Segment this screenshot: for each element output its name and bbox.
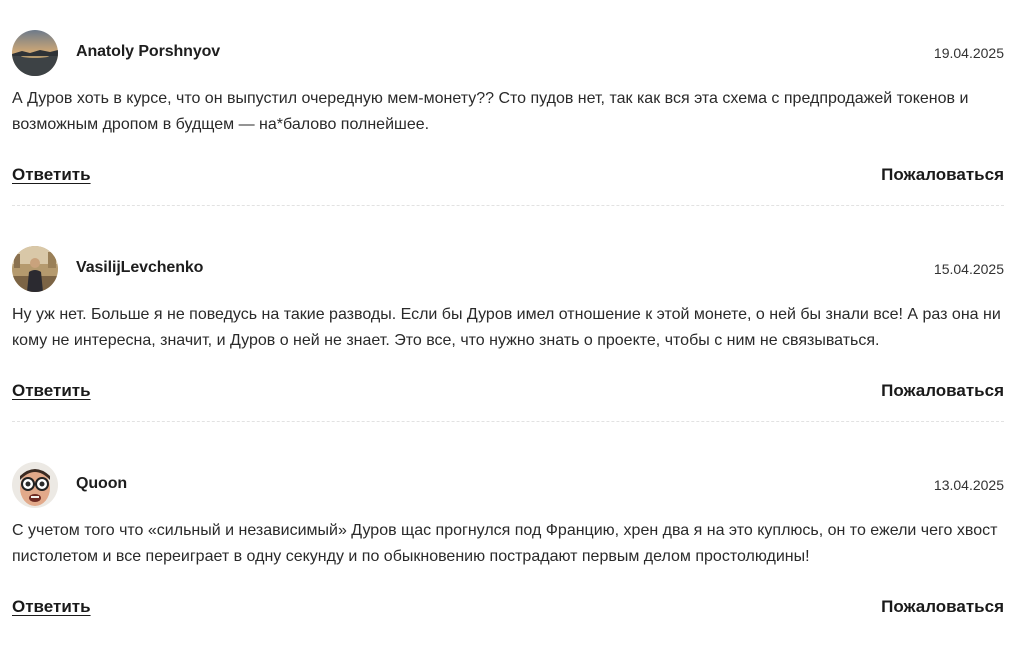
comment-item: Quoon 13.04.2025 С учетом того что «силь… <box>12 432 1004 648</box>
report-link[interactable]: Пожаловаться <box>881 597 1004 617</box>
comment-text: А Дуров хоть в курсе, что он выпустил оч… <box>12 90 969 133</box>
report-link[interactable]: Пожаловаться <box>881 165 1004 185</box>
comment-divider <box>12 205 1004 206</box>
reply-link[interactable]: Ответить <box>12 381 91 401</box>
comment-actions: Ответить Пожаловаться <box>12 597 1004 621</box>
comment-author: VasilijLevchenko <box>76 259 204 276</box>
comment-header: VasilijLevchenko 15.04.2025 <box>12 246 1004 292</box>
report-link[interactable]: Пожаловаться <box>881 381 1004 401</box>
comment-date: 15.04.2025 <box>933 261 1004 277</box>
comment-text: Ну уж нет. Больше я не поведусь на такие… <box>12 306 1001 349</box>
comment-item: VasilijLevchenko 15.04.2025 Ну уж нет. Б… <box>12 216 1004 432</box>
comment-text: С учетом того что «сильный и независимый… <box>12 522 998 565</box>
comment-date: 13.04.2025 <box>933 477 1004 493</box>
reply-link[interactable]: Ответить <box>12 165 91 185</box>
comment-header: Anatoly Porshnyov 19.04.2025 <box>12 30 1004 76</box>
comment-author: Quoon <box>76 475 128 492</box>
comment-item: Anatoly Porshnyov 19.04.2025 А Дуров хот… <box>12 0 1004 216</box>
comment-date: 19.04.2025 <box>933 45 1004 61</box>
sunset-landscape-avatar <box>12 30 58 76</box>
comment-actions: Ответить Пожаловаться <box>12 165 1004 189</box>
reply-link[interactable]: Ответить <box>12 597 91 617</box>
person-photo-avatar <box>12 246 58 292</box>
comment-header: Quoon 13.04.2025 <box>12 462 1004 508</box>
face-with-glasses-avatar <box>12 462 58 508</box>
comment-divider <box>12 421 1004 422</box>
comment-actions: Ответить Пожаловаться <box>12 381 1004 405</box>
comment-author: Anatoly Porshnyov <box>76 43 221 60</box>
comments-list: Anatoly Porshnyov 19.04.2025 А Дуров хот… <box>0 0 1024 627</box>
